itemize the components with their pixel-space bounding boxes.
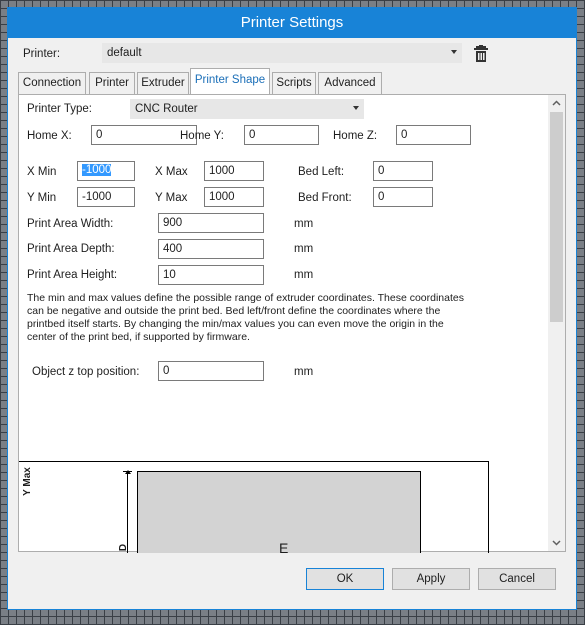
tab-advanced[interactable]: Advanced <box>318 72 382 94</box>
print-area-height-label: Print Area Height: <box>27 269 118 281</box>
print-area-depth-label: Print Area Depth: <box>27 243 115 255</box>
apply-button[interactable]: Apply <box>392 568 470 590</box>
help-line-1: The min and max values define the possib… <box>27 292 464 304</box>
print-area-height-input[interactable] <box>158 265 264 285</box>
cancel-button[interactable]: Cancel <box>478 568 556 590</box>
home-z-input[interactable] <box>396 125 471 145</box>
print-area-height-unit: mm <box>294 269 314 281</box>
ok-button[interactable]: OK <box>306 568 384 590</box>
help-line-3: printbed itself starts. By changing the … <box>27 318 444 330</box>
bed-left-label: Bed Left: <box>298 166 345 178</box>
print-area-width-unit: mm <box>294 218 314 230</box>
home-x-label: Home X: <box>27 130 72 142</box>
help-line-2: can be negative and outside the print be… <box>27 305 441 317</box>
print-area-depth-input[interactable] <box>158 239 264 259</box>
printer-shape-panel: Printer Type: CNC Router Home X: Home Y:… <box>18 94 566 553</box>
diagram-glyph-e: E <box>279 540 289 553</box>
bed-front-input[interactable] <box>373 187 433 207</box>
printer-type-value: CNC Router <box>135 103 198 115</box>
print-area-width-label: Print Area Width: <box>27 218 114 230</box>
diagram-arrow-head <box>125 470 131 474</box>
tab-printer[interactable]: Printer <box>89 72 135 94</box>
tab-extruder[interactable]: Extruder <box>137 72 189 94</box>
diagram-y-dimension-line <box>127 471 128 553</box>
tab-connection[interactable]: Connection <box>18 72 86 94</box>
x-max-label: X Max <box>155 166 188 178</box>
y-max-input[interactable] <box>204 187 264 207</box>
printer-type-label: Printer Type: <box>27 103 92 115</box>
y-max-label: Y Max <box>155 192 188 204</box>
vertical-scrollbar[interactable] <box>548 95 565 551</box>
scroll-up-icon[interactable] <box>548 95 565 112</box>
bed-front-label: Bed Front: <box>298 192 352 204</box>
trash-icon[interactable] <box>473 45 489 63</box>
y-min-label: Y Min <box>27 192 57 204</box>
x-min-input[interactable]: -1000 <box>77 161 135 181</box>
printer-select[interactable]: default <box>102 43 462 63</box>
printer-settings-window: Printer Settings Printer: default Connec… <box>7 7 577 610</box>
print-bed-diagram: Y Max D E <box>19 461 489 553</box>
tab-printer-shape[interactable]: Printer Shape <box>190 68 270 94</box>
window-title: Printer Settings <box>240 14 344 31</box>
home-y-input[interactable] <box>244 125 319 145</box>
printer-label: Printer: <box>23 48 61 60</box>
x-min-label: X Min <box>27 166 57 178</box>
print-area-depth-unit: mm <box>294 243 314 255</box>
printer-select-value: default <box>107 47 142 59</box>
title-bar[interactable]: Printer Settings <box>8 8 576 38</box>
object-z-top-label: Object z top position: <box>32 366 140 378</box>
y-min-input[interactable] <box>77 187 135 207</box>
tab-scripts[interactable]: Scripts <box>272 72 316 94</box>
x-min-value: -1000 <box>82 164 112 176</box>
printer-type-select[interactable]: CNC Router <box>130 99 364 119</box>
bed-left-input[interactable] <box>373 161 433 181</box>
chevron-down-icon <box>353 106 359 110</box>
home-y-label: Home Y: <box>180 130 224 142</box>
diagram-glyph-d: D <box>118 543 130 552</box>
print-area-width-input[interactable] <box>158 213 264 233</box>
scroll-down-icon[interactable] <box>548 534 565 551</box>
chevron-down-icon <box>451 50 457 54</box>
x-max-input[interactable] <box>204 161 264 181</box>
object-z-top-unit: mm <box>294 366 314 378</box>
scrollbar-thumb[interactable] <box>550 112 563 322</box>
diagram-y-axis-label-box: Y Max <box>19 467 37 498</box>
diagram-y-axis-label: Y Max <box>21 467 33 496</box>
object-z-top-input[interactable] <box>158 361 264 381</box>
home-z-label: Home Z: <box>333 130 378 142</box>
help-line-4: center of the print bed, if supported by… <box>27 331 250 343</box>
